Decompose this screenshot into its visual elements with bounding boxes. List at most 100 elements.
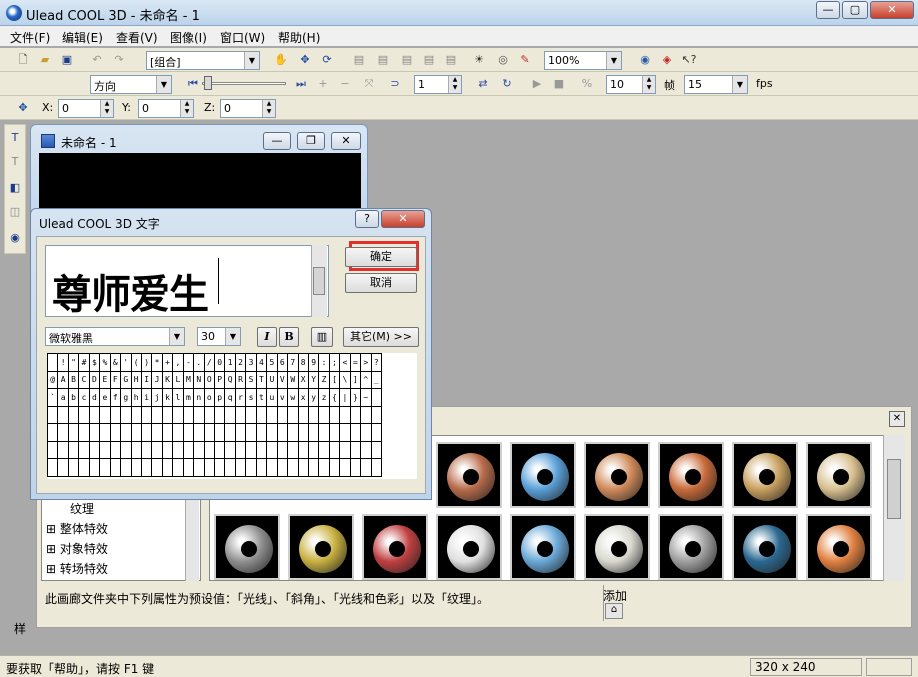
char-cell[interactable] bbox=[307, 440, 320, 459]
char-cell[interactable] bbox=[99, 405, 111, 424]
char-cell[interactable] bbox=[370, 458, 383, 477]
char-cell[interactable]: q bbox=[224, 388, 236, 407]
tree-item-texture[interactable]: 纹理 bbox=[70, 500, 94, 517]
char-cell[interactable] bbox=[370, 440, 383, 459]
expand-icon[interactable]: ⊞ bbox=[46, 562, 60, 576]
tree-item-object[interactable]: ⊞ 对象特效 bbox=[46, 540, 108, 557]
char-cell[interactable] bbox=[297, 458, 309, 477]
char-cell[interactable] bbox=[140, 458, 153, 477]
char-cell[interactable]: p bbox=[213, 388, 226, 407]
char-cell[interactable] bbox=[266, 458, 278, 477]
char-cell[interactable]: m bbox=[182, 388, 195, 407]
char-cell[interactable]: / bbox=[203, 353, 216, 372]
char-cell[interactable]: n bbox=[193, 388, 205, 407]
char-cell[interactable] bbox=[234, 423, 247, 442]
char-cell[interactable] bbox=[360, 440, 372, 459]
char-cell[interactable]: ( bbox=[130, 353, 142, 372]
other-button[interactable]: 其它(M) >> bbox=[343, 327, 419, 347]
char-cell[interactable] bbox=[193, 405, 205, 424]
char-cell[interactable] bbox=[140, 405, 153, 424]
dialog-close-button[interactable]: ✕ bbox=[381, 210, 425, 228]
char-cell[interactable] bbox=[161, 423, 174, 442]
doc-close-button[interactable]: ✕ bbox=[331, 132, 361, 150]
close-button[interactable]: ✕ bbox=[870, 1, 914, 19]
char-cell[interactable]: @ bbox=[46, 370, 59, 389]
preset-thumbnail[interactable] bbox=[806, 514, 872, 580]
preset-thumbnail[interactable] bbox=[510, 442, 576, 508]
char-cell[interactable] bbox=[339, 423, 351, 442]
char-cell[interactable] bbox=[255, 405, 268, 424]
layer-icon-3[interactable]: ▤ bbox=[398, 51, 416, 69]
char-cell[interactable] bbox=[276, 423, 289, 442]
char-cell[interactable]: ^ bbox=[360, 370, 372, 389]
char-cell[interactable] bbox=[182, 458, 195, 477]
spinner-arrows-icon[interactable]: ▲ ▼ bbox=[448, 76, 461, 93]
char-cell[interactable]: d bbox=[88, 388, 101, 407]
char-cell[interactable]: F bbox=[109, 370, 122, 389]
char-cell[interactable]: W bbox=[287, 370, 299, 389]
char-cell[interactable] bbox=[224, 458, 236, 477]
char-cell[interactable] bbox=[213, 405, 226, 424]
char-cell[interactable] bbox=[245, 440, 257, 459]
char-cell[interactable] bbox=[193, 423, 205, 442]
char-cell[interactable]: : bbox=[318, 353, 330, 372]
char-cell[interactable] bbox=[109, 440, 122, 459]
char-cell[interactable]: ` bbox=[46, 388, 59, 407]
globe-icon[interactable]: ◎ bbox=[494, 51, 512, 69]
preset-thumbnail[interactable] bbox=[288, 514, 354, 580]
char-cell[interactable] bbox=[161, 458, 174, 477]
preset-thumbnail[interactable] bbox=[362, 514, 428, 580]
char-cell[interactable] bbox=[287, 405, 299, 424]
char-cell[interactable]: > bbox=[360, 353, 372, 372]
percent-icon[interactable]: % bbox=[578, 75, 596, 93]
char-cell[interactable]: A bbox=[57, 370, 69, 389]
char-cell[interactable] bbox=[172, 440, 184, 459]
char-cell[interactable] bbox=[213, 458, 226, 477]
char-cell[interactable]: ] bbox=[349, 370, 362, 389]
char-cell[interactable]: ? bbox=[370, 353, 383, 372]
char-cell[interactable] bbox=[349, 423, 362, 442]
char-cell[interactable] bbox=[151, 423, 163, 442]
char-cell[interactable]: _ bbox=[370, 370, 383, 389]
fps-combo[interactable]: 15 ▼ bbox=[684, 75, 748, 94]
italic-button[interactable]: I bbox=[257, 327, 277, 347]
spinner-arrows-icon[interactable]: ▲ ▼ bbox=[262, 100, 275, 117]
char-cell[interactable] bbox=[151, 458, 163, 477]
char-cell[interactable] bbox=[328, 440, 341, 459]
char-cell[interactable] bbox=[234, 405, 247, 424]
char-cell[interactable]: ~ bbox=[360, 388, 372, 407]
object-group-combo[interactable]: [组合] ▼ bbox=[146, 51, 260, 70]
char-cell[interactable]: [ bbox=[328, 370, 341, 389]
char-cell[interactable] bbox=[255, 440, 268, 459]
char-cell[interactable] bbox=[297, 440, 309, 459]
preset-thumbnail[interactable] bbox=[806, 442, 872, 508]
char-cell[interactable]: 5 bbox=[266, 353, 278, 372]
char-cell[interactable] bbox=[307, 423, 320, 442]
char-cell[interactable] bbox=[287, 423, 299, 442]
remove-keyframe-icon[interactable]: − bbox=[336, 75, 354, 93]
char-cell[interactable] bbox=[88, 458, 101, 477]
layer-icon-2[interactable]: ▤ bbox=[374, 51, 392, 69]
char-cell[interactable]: E bbox=[99, 370, 111, 389]
char-cell[interactable] bbox=[172, 423, 184, 442]
char-cell[interactable]: U bbox=[266, 370, 278, 389]
char-cell[interactable] bbox=[120, 423, 132, 442]
char-cell[interactable] bbox=[109, 423, 122, 442]
char-cell[interactable]: } bbox=[349, 388, 362, 407]
preset-thumbnail[interactable] bbox=[732, 442, 798, 508]
char-cell[interactable] bbox=[234, 440, 247, 459]
char-cell[interactable] bbox=[67, 458, 80, 477]
char-cell[interactable]: Q bbox=[224, 370, 236, 389]
char-cell[interactable] bbox=[151, 405, 163, 424]
preset-thumbnail[interactable] bbox=[510, 514, 576, 580]
char-cell[interactable] bbox=[99, 458, 111, 477]
char-cell[interactable]: 3 bbox=[245, 353, 257, 372]
move-object-icon[interactable]: ✥ bbox=[296, 51, 314, 69]
char-cell[interactable] bbox=[88, 440, 101, 459]
char-cell[interactable]: + bbox=[161, 353, 174, 372]
char-cell[interactable] bbox=[276, 405, 289, 424]
char-cell[interactable]: M bbox=[182, 370, 195, 389]
swap-icon[interactable]: ⇄ bbox=[474, 75, 492, 93]
char-cell[interactable] bbox=[307, 405, 320, 424]
layer-icon-4[interactable]: ▤ bbox=[420, 51, 438, 69]
